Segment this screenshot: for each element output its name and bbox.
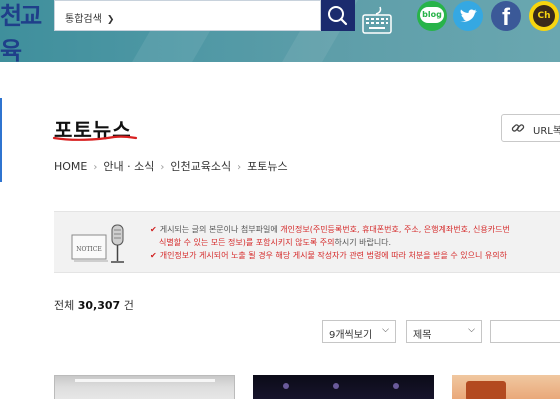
- photo-thumbnail[interactable]: [452, 375, 560, 399]
- logo-text: 천교육: [0, 1, 42, 62]
- notice-text-highlight: 개인정보가 게시되어 노출 될 경우 해당 게시물 작성자가 관련 법령에 따라…: [159, 251, 507, 260]
- twitter-bird-icon: [460, 9, 477, 22]
- thumbnail-detail: [283, 383, 289, 389]
- thumbnail-detail: [333, 383, 339, 389]
- blog-link[interactable]: blog: [417, 1, 447, 31]
- url-copy-button[interactable]: URL복: [501, 114, 560, 142]
- notice-image-text: NOTICE: [76, 246, 102, 253]
- breadcrumb-current: 포토뉴스: [247, 160, 288, 173]
- keyword-search-input[interactable]: [490, 320, 560, 343]
- chevron-right-icon: ›: [93, 162, 98, 173]
- notice-text-segment: 하시기 바랍니다.: [334, 238, 392, 247]
- kakao-label: Ch: [537, 11, 551, 21]
- privacy-notice-box: NOTICE ✔ 게시되는 글의 본문이나 첨부파일에 개인정보(주민등록번호, …: [54, 211, 560, 273]
- check-icon: ✔: [150, 251, 157, 260]
- site-header: 천교육 통합검색 ❯ blog f Ch: [0, 0, 560, 62]
- notice-line-3: ✔ 개인정보가 게시되어 노출 될 경우 해당 게시물 작성자가 관련 법령에 따…: [150, 249, 510, 262]
- side-accent-line: [0, 98, 2, 182]
- breadcrumb-home[interactable]: HOME: [54, 160, 87, 173]
- check-icon: ✔: [150, 225, 157, 234]
- total-count: 전체 30,307 건: [54, 297, 134, 313]
- thumbnail-detail: [393, 383, 399, 389]
- notice-microphone-icon: NOTICE: [71, 224, 124, 263]
- notice-text-highlight: 개인정보(주민등록번호, 휴대폰번호, 주소, 은행계좌번호, 신용카드번: [280, 225, 510, 234]
- notice-line-1: ✔ 게시되는 글의 본문이나 첨부파일에 개인정보(주민등록번호, 휴대폰번호, …: [150, 223, 510, 236]
- facebook-link[interactable]: f: [491, 1, 521, 31]
- blog-icon: blog: [420, 7, 444, 23]
- search-field-value: 제목: [413, 330, 432, 341]
- search-scope-select[interactable]: 통합검색 ❯: [65, 10, 114, 25]
- kakao-channel-icon: Ch: [533, 5, 555, 27]
- chevron-right-icon: ›: [160, 162, 165, 173]
- link-icon: [511, 124, 525, 132]
- notice-text-segment: 게시되는 글의 본문이나 첨부파일에: [159, 225, 281, 234]
- breadcrumb-info-news[interactable]: 안내 · 소식: [103, 158, 154, 174]
- search-icon: [328, 6, 348, 26]
- breadcrumb-incheon-edu-news[interactable]: 인천교육소식: [170, 158, 231, 174]
- chevron-down-icon: ⌵: [382, 325, 389, 335]
- total-prefix: 전체: [54, 299, 75, 312]
- view-count-value: 9개씩보기: [329, 330, 373, 341]
- total-number: 30,307: [77, 299, 121, 312]
- url-copy-label: URL복: [533, 126, 560, 137]
- search-field-select[interactable]: 제목 ⌵: [406, 320, 482, 343]
- search-button[interactable]: [321, 0, 355, 31]
- photo-thumbnail[interactable]: [54, 375, 235, 399]
- facebook-icon: f: [502, 4, 510, 31]
- view-count-select[interactable]: 9개씩보기 ⌵: [322, 320, 396, 343]
- twitter-link[interactable]: [453, 1, 483, 31]
- search-scope-label: 통합검색: [65, 14, 102, 25]
- notice-text: ✔ 게시되는 글의 본문이나 첨부파일에 개인정보(주민등록번호, 휴대폰번호, …: [150, 223, 510, 262]
- notice-line-2: 식별할 수 있는 모든 정보)를 포함시키지 않도록 주의하시기 바랍니다.: [150, 236, 510, 249]
- virtual-keyboard-icon[interactable]: [360, 4, 394, 38]
- total-suffix: 건: [123, 299, 134, 312]
- kakao-channel-link[interactable]: Ch: [529, 1, 559, 31]
- site-logo[interactable]: 천교육: [0, 0, 56, 62]
- blog-label: blog: [422, 10, 442, 19]
- thumbnail-detail: [75, 379, 215, 382]
- chevron-right-icon: ›: [237, 162, 242, 173]
- integrated-search-box[interactable]: 통합검색 ❯: [54, 0, 321, 31]
- breadcrumb: HOME › 안내 · 소식 › 인천교육소식 › 포토뉴스: [54, 158, 288, 174]
- chevron-down-icon: ❯: [106, 15, 115, 25]
- title-underline-mark: [52, 135, 138, 141]
- photo-thumbnail[interactable]: [253, 375, 434, 399]
- chevron-down-icon: ⌵: [468, 325, 475, 335]
- thumbnail-detail: [466, 381, 506, 399]
- notice-text-highlight: 식별할 수 있는 모든 정보)를 포함시키지 않도록 주의: [159, 238, 335, 247]
